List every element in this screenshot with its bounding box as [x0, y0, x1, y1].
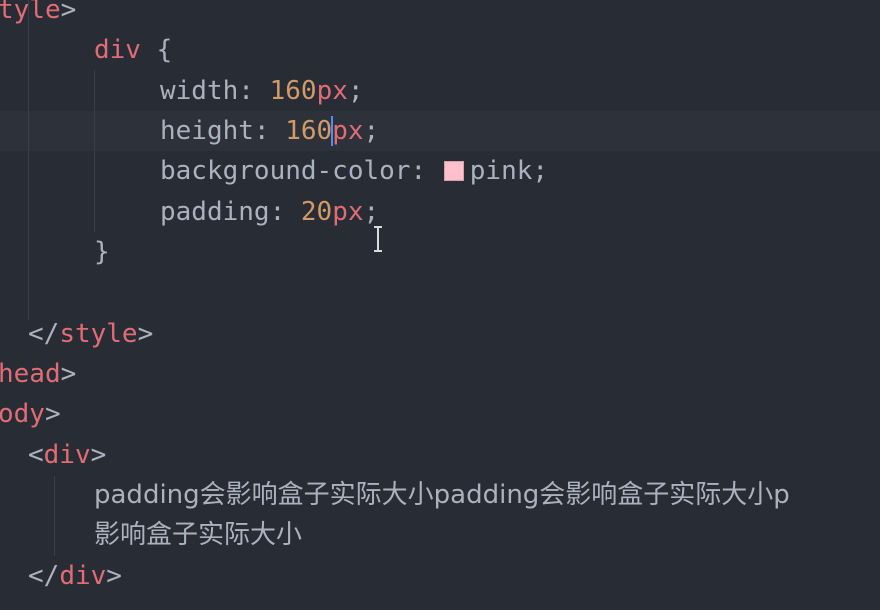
- colon: :: [238, 76, 270, 106]
- css-unit: px: [332, 116, 364, 146]
- css-unit: px: [332, 197, 364, 227]
- tag-bracket: >: [137, 319, 154, 349]
- code-line-padding: padding: 20px;: [160, 192, 379, 232]
- css-property: width: [160, 76, 239, 106]
- code-editor[interactable]: tyle> div { width: 160px; height: 160px;…: [0, 0, 880, 610]
- css-number: 160: [285, 116, 333, 146]
- code-line-height: height: 160px;: [160, 111, 379, 151]
- css-property: height: [160, 116, 254, 146]
- close-brace: }: [94, 237, 110, 267]
- css-property: padding: [160, 197, 270, 227]
- tag-bracket: >: [60, 0, 77, 25]
- mouse-ibeam-cursor-icon: [374, 226, 382, 252]
- color-swatch[interactable]: [443, 161, 464, 181]
- tag-name: head: [0, 359, 61, 389]
- tag-bracket: >: [90, 440, 107, 470]
- semicolon: ;: [532, 156, 549, 186]
- css-value: pink: [469, 156, 533, 186]
- code-line-close-brace: }: [94, 232, 110, 272]
- tag-name: div: [43, 440, 91, 470]
- tag-bracket: </: [28, 561, 60, 591]
- current-line-highlight: [0, 111, 880, 151]
- code-line-div-open: <div>: [28, 435, 106, 475]
- code-line-style-close: </style>: [28, 314, 153, 354]
- tag-name: style: [59, 319, 138, 349]
- css-property: background-color: [160, 156, 411, 186]
- code-line-style-open: tyle>: [0, 0, 76, 30]
- code-line-width: width: 160px;: [160, 71, 364, 111]
- code-line-text-1: padding会影响盒子实际大小padding会影响盒子实际大小p: [94, 480, 790, 510]
- tag-name: div: [59, 561, 107, 591]
- code-line-text-2: 影响盒子实际大小: [94, 520, 303, 550]
- tag-bracket: </: [28, 319, 60, 349]
- semicolon: ;: [363, 116, 380, 146]
- css-unit: px: [316, 76, 348, 106]
- tag-bracket: >: [60, 359, 77, 389]
- code-line-body-open: ody>: [0, 394, 61, 434]
- tag-name: tyle: [0, 0, 61, 25]
- semicolon: ;: [347, 76, 364, 106]
- code-line-background-color: background-color: pink;: [160, 151, 548, 191]
- colon: :: [269, 197, 301, 227]
- tag-name: ody: [0, 399, 45, 429]
- code-line-head-close: head>: [0, 354, 76, 394]
- tag-bracket: <: [28, 440, 44, 470]
- css-number: 20: [300, 197, 333, 227]
- tag-bracket: >: [106, 561, 122, 591]
- tag-bracket: >: [44, 399, 61, 429]
- code-line-div-close: </div>: [28, 556, 122, 596]
- code-line-selector: div {: [94, 30, 172, 70]
- css-number: 160: [269, 76, 317, 106]
- colon: :: [410, 156, 442, 186]
- indent-guide: [94, 70, 95, 232]
- open-brace: {: [156, 35, 173, 65]
- colon: :: [253, 116, 286, 146]
- semicolon: ;: [363, 197, 380, 227]
- css-selector: div: [94, 35, 141, 65]
- indent-guide: [54, 476, 55, 556]
- indent-guide: [28, 0, 29, 320]
